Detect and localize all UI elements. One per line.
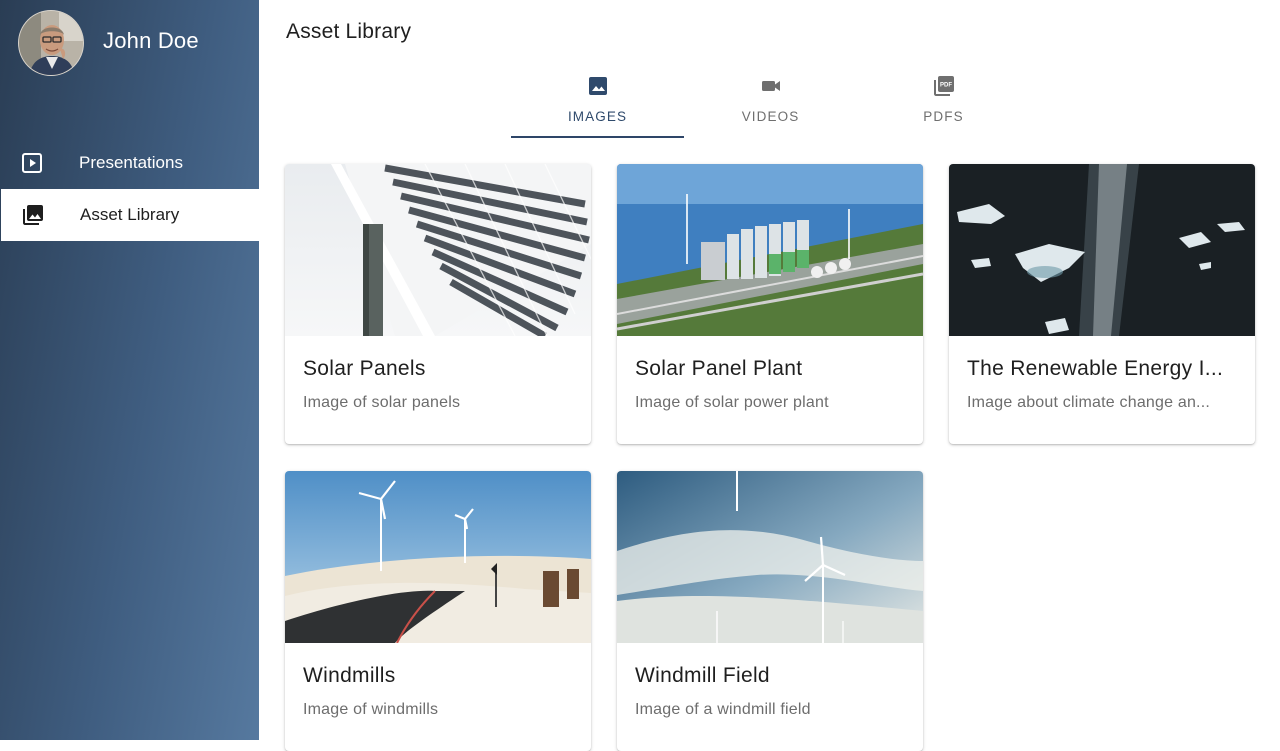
card-description: Image of windmills bbox=[303, 701, 439, 718]
sidebar: John Doe Presentations Asset Library bbox=[0, 0, 259, 740]
avatar[interactable] bbox=[18, 10, 84, 76]
videocam-icon bbox=[759, 74, 783, 98]
card-title: Windmills bbox=[303, 664, 396, 687]
windmill-field-image bbox=[617, 471, 923, 643]
card-description: Image of solar power plant bbox=[635, 394, 829, 411]
asset-card[interactable]: Solar Panels Image of solar panels bbox=[285, 164, 591, 444]
image-icon bbox=[586, 74, 610, 98]
card-description: Image about climate change an... bbox=[967, 394, 1210, 411]
tab-label: IMAGES bbox=[567, 109, 628, 124]
tab-pdfs[interactable]: PDF PDFS bbox=[857, 66, 1030, 138]
windmills-image bbox=[285, 471, 591, 643]
asset-type-tabs: IMAGES VIDEOS PDF PDFS bbox=[511, 66, 1031, 138]
asset-card[interactable]: Windmills Image of windmills bbox=[285, 471, 591, 751]
sidebar-item-label: Presentations bbox=[79, 153, 183, 172]
sidebar-item-asset-library[interactable]: Asset Library bbox=[1, 189, 259, 241]
tab-images[interactable]: IMAGES bbox=[511, 66, 684, 138]
solar-plant-image bbox=[617, 164, 923, 336]
tab-label: PDFS bbox=[923, 109, 964, 124]
user-profile: John Doe bbox=[0, 0, 259, 84]
photo-library-icon bbox=[21, 203, 45, 227]
card-title: The Renewable Energy I... bbox=[967, 357, 1224, 380]
sidebar-nav: Presentations Asset Library bbox=[0, 137, 259, 241]
tab-label: VIDEOS bbox=[741, 109, 800, 124]
sidebar-item-label: Asset Library bbox=[80, 205, 180, 224]
asset-card[interactable]: Solar Panel Plant Image of solar power p… bbox=[617, 164, 923, 444]
main-content: Asset Library IMAGES VIDEOS PDF PDFS Sol… bbox=[259, 0, 1280, 751]
card-title: Solar Panel Plant bbox=[635, 357, 803, 380]
pdf-icon: PDF bbox=[932, 74, 956, 98]
card-description: Image of solar panels bbox=[303, 394, 461, 411]
card-title: Solar Panels bbox=[303, 357, 426, 380]
page-title: Asset Library bbox=[286, 20, 412, 43]
card-title: Windmill Field bbox=[635, 664, 770, 687]
slideshow-icon bbox=[20, 151, 44, 175]
asset-card[interactable]: The Renewable Energy I... Image about cl… bbox=[949, 164, 1255, 444]
asset-card[interactable]: Windmill Field Image of a windmill field bbox=[617, 471, 923, 751]
solar-panels-image bbox=[285, 164, 591, 336]
card-description: Image of a windmill field bbox=[635, 701, 811, 718]
user-name: John Doe bbox=[103, 28, 199, 53]
svg-text:PDF: PDF bbox=[940, 83, 952, 89]
sidebar-item-presentations[interactable]: Presentations bbox=[0, 137, 259, 189]
tab-videos[interactable]: VIDEOS bbox=[684, 66, 857, 138]
ice-floes-image bbox=[949, 164, 1255, 336]
